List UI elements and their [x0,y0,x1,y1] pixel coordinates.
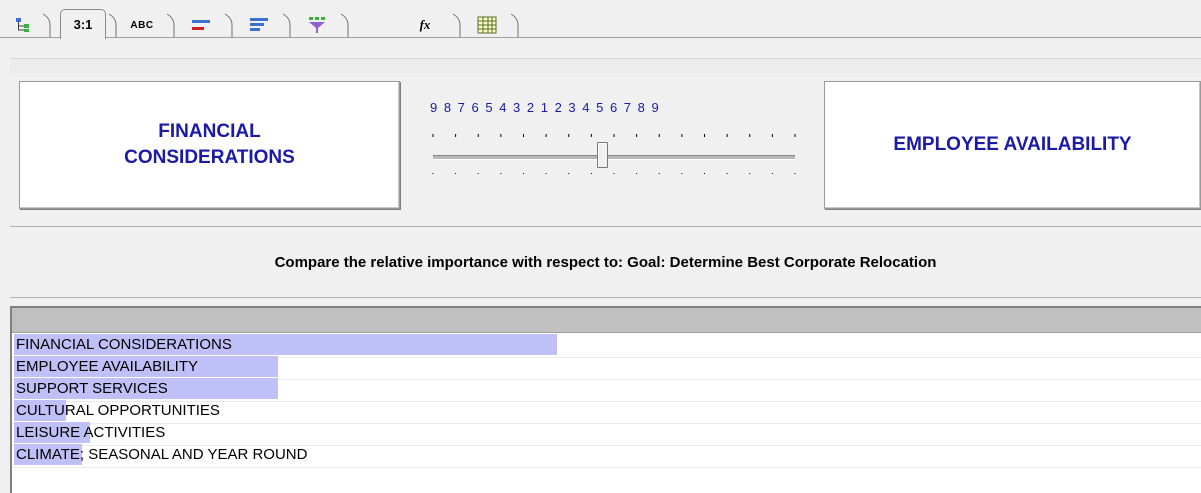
right-element-box[interactable]: EMPLOYEE AVAILABILITY [824,81,1201,209]
scale-tick [500,134,502,137]
tab-filter[interactable] [296,12,338,38]
formula-icon: fx [419,17,431,32]
tab-numerical[interactable]: 3:1 [60,9,106,39]
question-text: Compare the relative importance with res… [274,253,937,271]
hierarchy-tree-icon [16,18,29,32]
scale-tick [681,134,683,137]
scale-numbers: 9 8 7 6 5 4 3 2 1 2 3 4 5 6 7 8 9 [430,100,659,115]
scale-tick [794,173,796,174]
comparison-question: Compare the relative importance with res… [10,226,1201,298]
tab-separator [42,13,51,38]
tab-separator [166,13,175,38]
list-header [12,308,1201,333]
scale-tick [726,173,728,174]
scale-tick [794,134,796,137]
scale-tick [726,134,728,137]
scale-tick [523,173,524,174]
tab-separator [224,13,233,38]
scale-tick [477,134,479,137]
funnel-icon [309,17,325,33]
scale-tick [636,173,638,174]
slider-thumb[interactable] [597,142,609,168]
tab-graphical[interactable] [180,12,222,38]
priority-label: CULTURAL OPPORTUNITIES [16,402,220,419]
scale-tick [568,173,570,174]
list-item[interactable]: FINANCIAL CONSIDERATIONS [12,334,1201,358]
tab-separator [510,13,519,38]
list-item[interactable]: SUPPORT SERVICES [12,378,1201,402]
priority-label: EMPLOYEE AVAILABILITY [16,358,199,375]
slider-track[interactable] [433,155,795,160]
scale-tick [590,134,592,137]
scale-tick [455,134,457,137]
scale-tick [500,173,502,174]
priority-label: FINANCIAL CONSIDERATIONS [16,336,232,353]
scale-tick [545,173,547,174]
scale-tick [432,173,434,174]
scale-tick [749,134,751,137]
tab-separator [340,13,349,38]
list-item[interactable]: CULTURAL OPPORTUNITIES [12,400,1201,424]
list-item[interactable]: EMPLOYEE AVAILABILITY [12,356,1201,380]
tab-formula[interactable]: fx [404,12,446,38]
tab-questionnaire[interactable] [238,12,280,38]
tab-matrix[interactable] [466,12,508,38]
scale-tick [523,134,524,137]
scale-tick [771,173,773,174]
priority-label: CLIMATE; SEASONAL AND YEAR ROUND [16,446,308,463]
right-element-label: EMPLOYEE AVAILABILITY [893,134,1132,155]
tab-verbal[interactable]: ABC [122,12,162,38]
priorities-list: FINANCIAL CONSIDERATIONS EMPLOYEE AVAILAB… [10,306,1201,493]
scale-tick [704,173,705,174]
scale-tick [590,173,592,174]
scale-tick [658,134,660,137]
graphical-bars-icon [192,20,210,30]
list-item[interactable]: CLIMATE; SEASONAL AND YEAR ROUND [12,444,1201,468]
tab-separator [108,13,117,38]
panel-band [10,58,1201,73]
scale-tick [771,134,773,137]
scale-tick [477,173,479,174]
tab-hierarchy[interactable] [8,12,42,38]
scale-tick [636,134,638,137]
comparison-slider[interactable]: 9 8 7 6 5 4 3 2 1 2 3 4 5 6 7 8 9 [410,90,810,200]
grid-matrix-icon [477,16,497,34]
tab-separator [282,13,291,38]
scale-tick [613,134,615,137]
scale-tick [545,134,547,137]
scale-tick [681,173,683,174]
tab-separator [452,13,461,38]
questionnaire-lines-icon [250,18,268,31]
scale-tick [704,134,705,137]
tab-strip-border [0,37,1201,38]
list-item[interactable]: LEISURE ACTIVITIES [12,422,1201,446]
left-element-label: FINANCIAL CONSIDERATIONS [124,121,295,168]
tab-numerical-label: 3:1 [73,17,93,32]
scale-tick [613,173,615,174]
scale-tick [749,173,751,174]
scale-tick [455,173,457,174]
left-element-box[interactable]: FINANCIAL CONSIDERATIONS [19,81,400,209]
priority-label: SUPPORT SERVICES [16,380,168,397]
scale-tick [658,173,660,174]
priority-label: LEISURE ACTIVITIES [16,424,166,441]
scale-tick [432,134,434,137]
scale-tick [568,134,570,137]
tab-verbal-label: ABC [130,19,154,31]
